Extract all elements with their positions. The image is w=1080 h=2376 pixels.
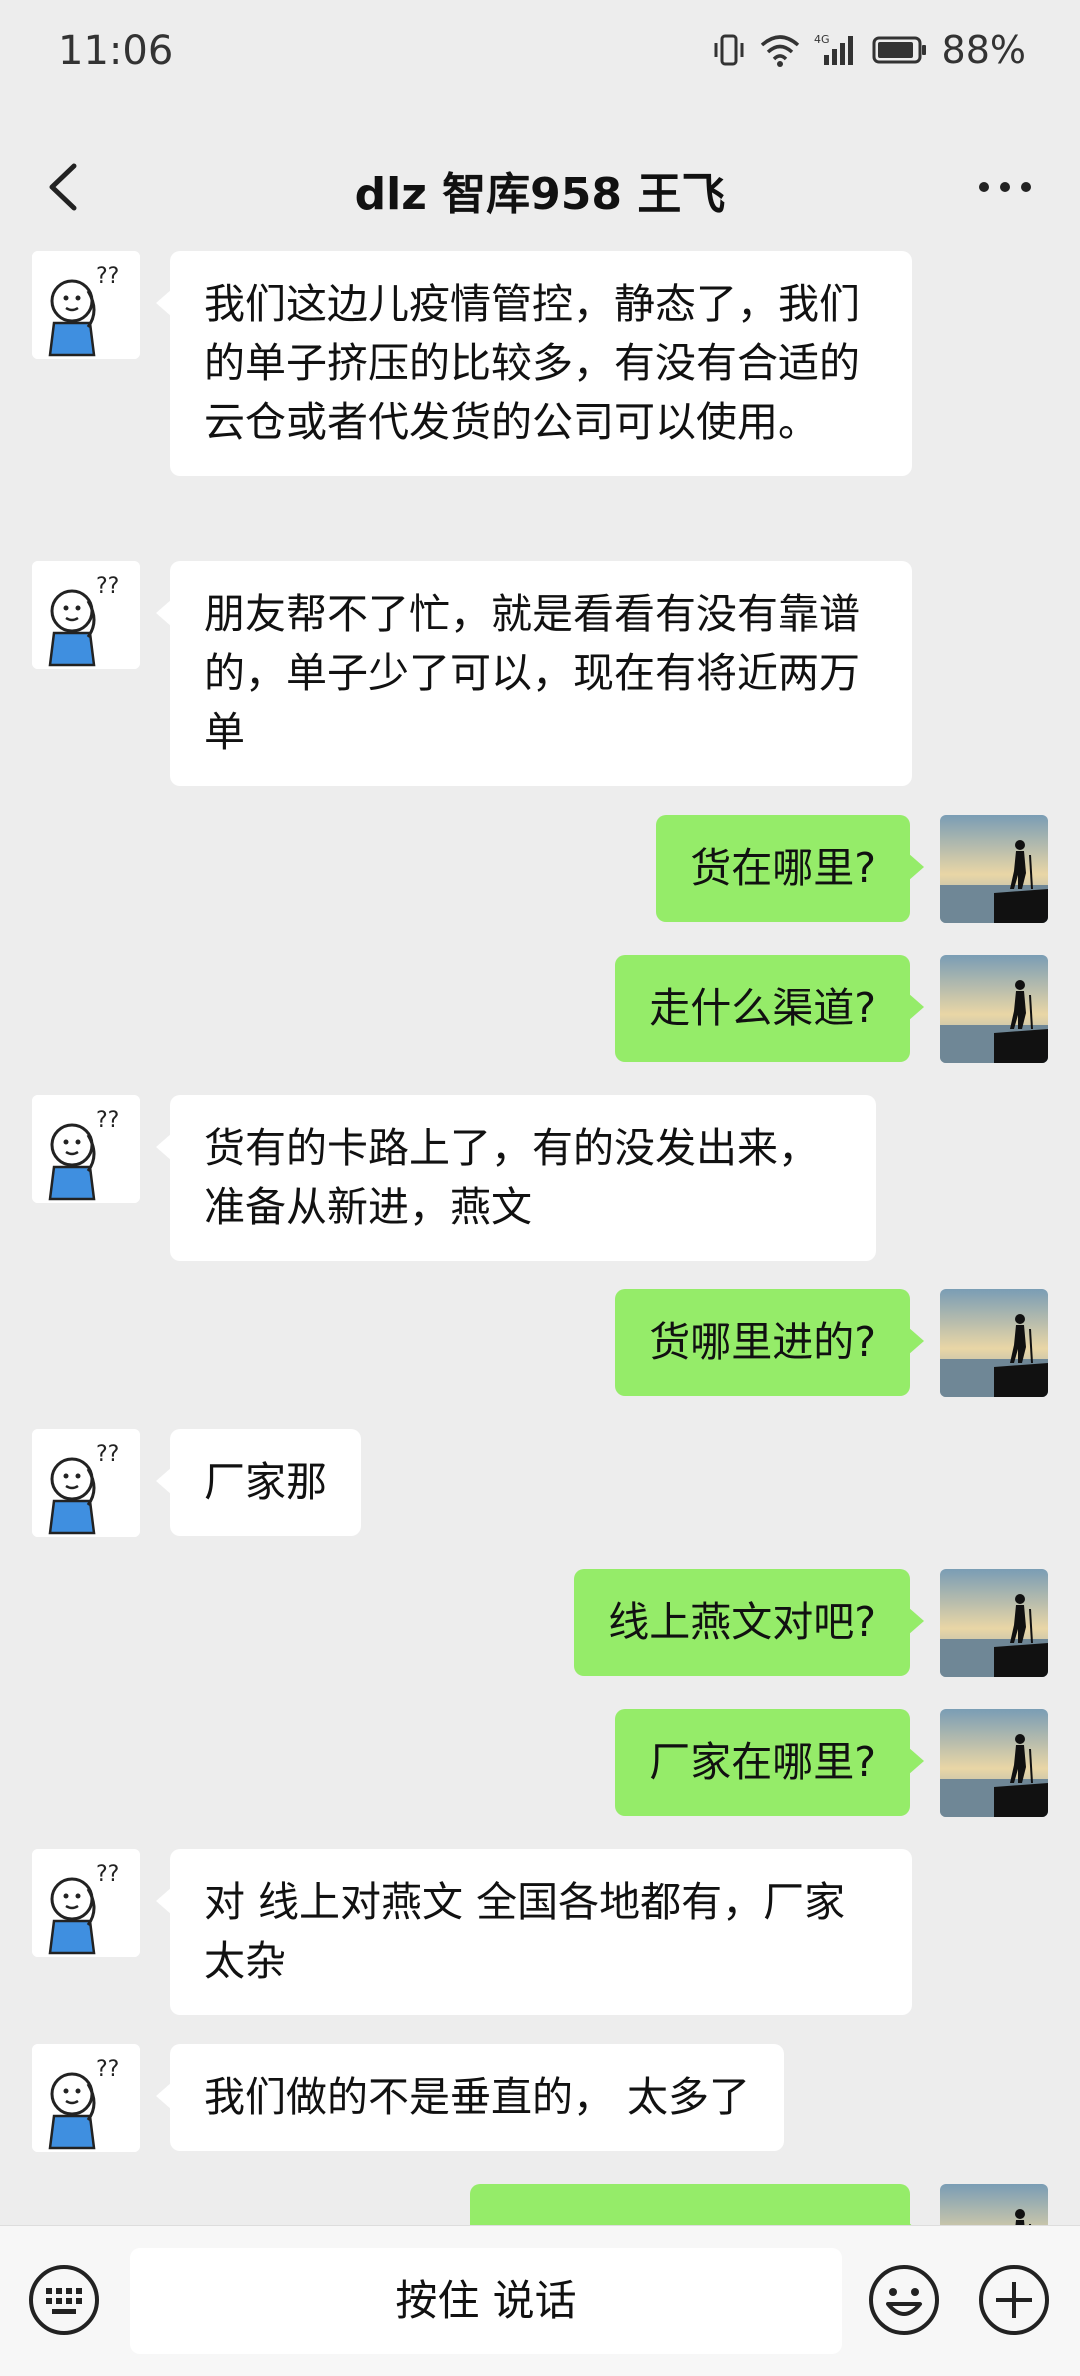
contact-avatar[interactable]: ?? [32,1095,140,1203]
confused-stickman-icon: ?? [32,561,140,669]
confused-stickman-icon: ?? [32,1429,140,1537]
svg-text:??: ?? [96,1442,119,1467]
contact-avatar[interactable]: ?? [32,561,140,669]
hiker-silhouette-icon [940,2184,1048,2225]
user-avatar[interactable] [940,955,1048,1063]
emoji-icon [869,2265,939,2335]
more-functions-button[interactable] [978,2264,1050,2336]
vibrate-icon [712,33,746,67]
network-type-label: 4G [814,33,830,46]
hold-to-talk-button[interactable]: 按住 说话 [130,2248,842,2354]
hiker-silhouette-icon [940,1289,1048,1397]
user-avatar[interactable] [940,1289,1048,1397]
contact-avatar[interactable]: ?? [32,1849,140,1957]
svg-text:??: ?? [96,1108,119,1133]
svg-text:??: ?? [96,1862,119,1887]
hiker-silhouette-icon [940,955,1048,1063]
message-bubble[interactable]: 货在哪里? [656,815,924,922]
contact-avatar[interactable]: ?? [32,251,140,359]
battery-icon [872,35,928,65]
svg-text:??: ?? [96,574,119,599]
battery-percent: 88% [941,28,1026,72]
system-icons: 4G 88% [712,28,1026,72]
chat-title: dlz 智库958 王飞 [354,169,726,220]
svg-text:??: ?? [96,264,119,289]
hiker-silhouette-icon [940,815,1048,923]
signal-icon: 4G [814,33,858,67]
wifi-icon [760,33,800,67]
user-avatar[interactable] [940,815,1048,923]
message-bubble[interactable] [470,2184,924,2225]
user-avatar[interactable] [940,1709,1048,1817]
message-bubble[interactable]: 厂家那 [156,1429,361,1536]
user-avatar[interactable] [940,2184,1048,2225]
message-bubble[interactable]: 我们做的不是垂直的， 太多了 [155,2044,785,2151]
user-avatar[interactable] [940,1569,1048,1677]
hiker-silhouette-icon [940,1709,1048,1817]
status-bar: 11:06 4G 88% [0,0,1080,110]
message-bubble[interactable]: 货哪里进的? [615,1289,924,1396]
plus-icon [979,2265,1049,2335]
input-bar: 按住 说话 [0,2225,1080,2376]
contact-avatar[interactable]: ?? [32,1429,140,1537]
message-bubble[interactable]: 线上燕文对吧? [574,1569,924,1676]
message-bubble[interactable]: 厂家在哪里? [615,1709,924,1816]
status-time: 11:06 [58,28,174,74]
confused-stickman-icon: ?? [32,1095,140,1203]
emoji-button[interactable] [868,2264,940,2336]
confused-stickman-icon: ?? [32,1849,140,1957]
keyboard-icon [29,2265,99,2335]
hiker-silhouette-icon [940,1569,1048,1677]
message-list[interactable]: ?? 我们这边儿疫情管控，静态了，我们的单子挤压的比较多，有没有合适的云仓或者代… [0,245,1080,2225]
message-bubble[interactable]: 货有的卡路上了，有的没发出来，准备从新进，燕文 [156,1095,876,1261]
message-bubble[interactable]: 朋友帮不了忙，就是看看有没有靠谱的，单子少了可以，现在有将近两万单 [156,561,912,786]
more-dots-icon [979,182,1031,192]
svg-text:??: ?? [96,2057,119,2082]
contact-avatar[interactable]: ?? [32,2044,140,2152]
message-bubble[interactable]: 我们这边儿疫情管控，静态了，我们的单子挤压的比较多，有没有合适的云仓或者代发货的… [156,251,912,476]
confused-stickman-icon: ?? [32,2044,140,2152]
keyboard-toggle-button[interactable] [28,2264,100,2336]
message-bubble[interactable]: 对 线上对燕文 全国各地都有，厂家太杂 [156,1849,912,2015]
confused-stickman-icon: ?? [32,251,140,359]
message-bubble[interactable]: 走什么渠道? [615,955,924,1062]
more-options-button[interactable] [970,162,1040,212]
